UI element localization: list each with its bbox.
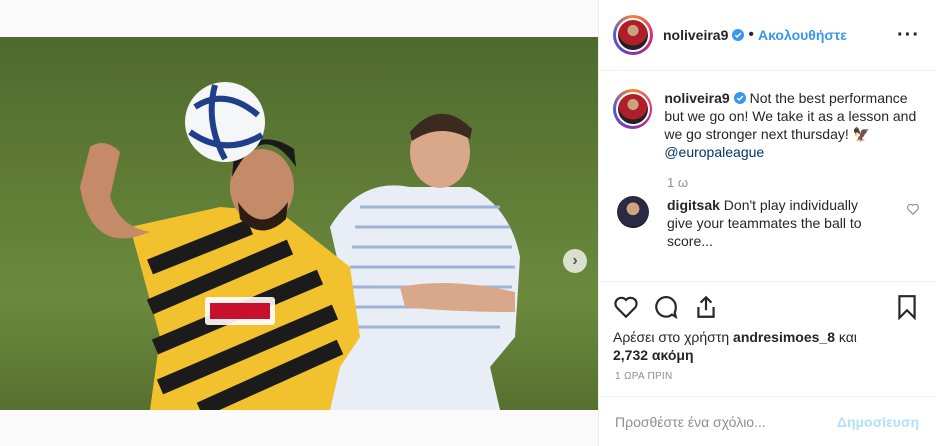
verified-badge-icon <box>733 92 746 104</box>
follow-button[interactable]: Ακολουθήστε <box>758 27 847 43</box>
likes-summary[interactable]: Αρέσει στο χρήστη andresimoes_8 και 2,73… <box>613 328 920 364</box>
background-strip <box>0 0 598 37</box>
caption-avatar[interactable] <box>615 92 650 126</box>
username-text: noliveira9 <box>663 27 729 43</box>
avatar[interactable] <box>616 18 650 52</box>
like-heart-icon[interactable] <box>613 294 639 320</box>
comments-list: noliveira9 Not the best performance but … <box>599 71 936 281</box>
like-comment-heart-icon[interactable] <box>906 202 920 216</box>
likes-count[interactable]: 2,732 ακόμη <box>613 347 694 363</box>
comment-item: digitsak Don't play individually give yo… <box>613 196 920 250</box>
post-actions: Αρέσει στο χρήστη andresimoes_8 και 2,73… <box>599 281 936 363</box>
verified-badge-icon <box>732 29 745 41</box>
comment-text: digitsak Don't play individually give yo… <box>667 196 887 250</box>
share-icon[interactable] <box>693 294 719 320</box>
caption-story-ring[interactable] <box>613 89 653 129</box>
likes-prefix: Αρέσει στο χρήστη <box>613 329 730 345</box>
post-comment-button[interactable]: Δημοσίευση <box>837 414 919 430</box>
commenter-username[interactable]: digitsak <box>667 197 720 213</box>
comment-bubble-icon[interactable] <box>653 294 679 320</box>
caption-time[interactable]: 1 ω <box>667 175 920 190</box>
likes-user[interactable]: andresimoes_8 <box>733 329 835 345</box>
add-comment-bar: Προσθέστε ένα σχόλιο... Δημοσίευση <box>599 396 936 446</box>
likes-middle: και <box>838 329 857 345</box>
chevron-right-icon: › <box>572 252 578 269</box>
eagle-emoji: 🦅 <box>852 126 871 142</box>
post-header: noliveira9 • Ακολουθήστε ··· <box>599 0 936 71</box>
username-link[interactable]: noliveira9 <box>663 27 745 43</box>
post-side-panel: noliveira9 • Ακολουθήστε ··· noliveira9 … <box>598 0 936 446</box>
more-options-icon[interactable]: ··· <box>897 25 920 45</box>
action-icons <box>613 292 920 322</box>
bookmark-icon[interactable] <box>894 294 920 320</box>
commenter-avatar[interactable] <box>617 196 649 228</box>
caption-mention[interactable]: @europaleague <box>664 144 764 160</box>
separator-dot: • <box>748 26 754 43</box>
post-photo[interactable]: › <box>0 37 598 410</box>
background-strip-bottom <box>0 410 598 446</box>
photo-illustration <box>80 82 520 410</box>
instagram-post-view: › noliveira9 • Ακολουθήστε ··· noliveira… <box>0 0 936 446</box>
comment-input[interactable]: Προσθέστε ένα σχόλιο... <box>615 414 766 430</box>
next-slide-button[interactable]: › <box>563 249 587 273</box>
caption: noliveira9 Not the best performance but … <box>613 89 920 161</box>
post-timestamp[interactable]: 1 ΩΡΑ ΠΡΙΝ <box>615 371 673 382</box>
caption-text: noliveira9 Not the best performance but … <box>664 89 920 161</box>
caption-username[interactable]: noliveira9 <box>664 90 729 106</box>
story-ring[interactable] <box>613 15 653 55</box>
